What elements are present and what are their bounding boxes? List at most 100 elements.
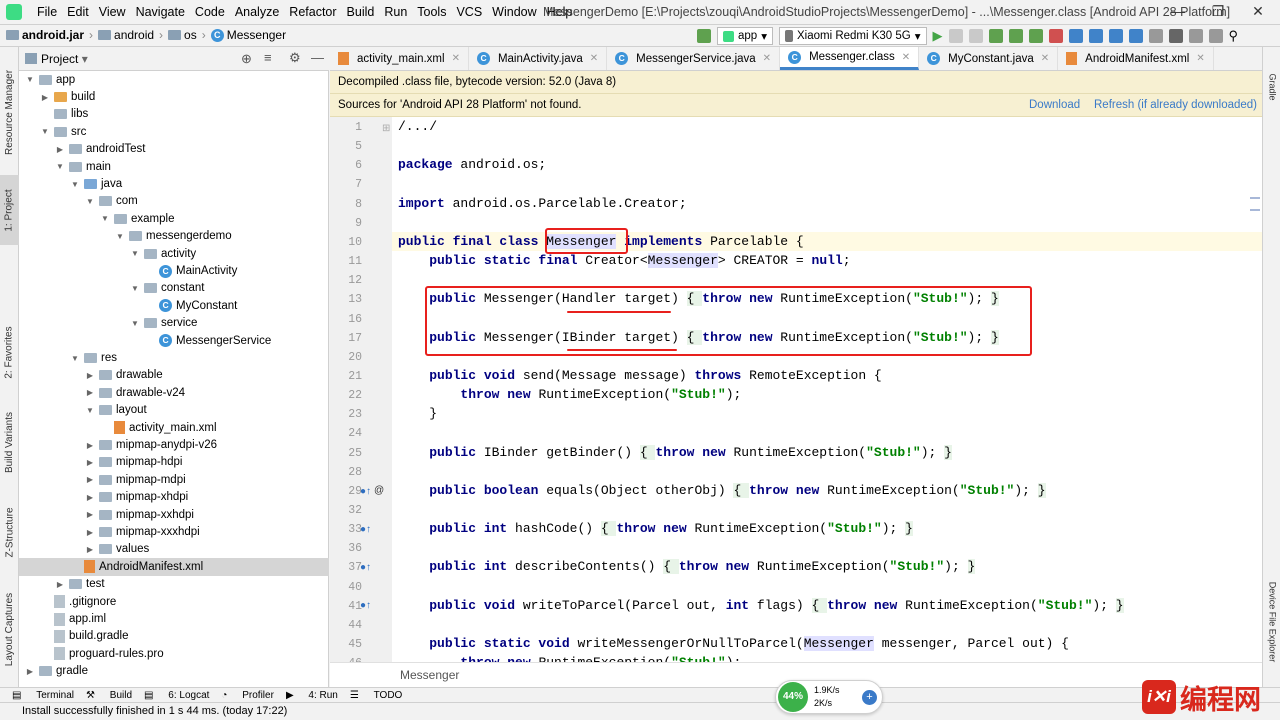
tree-item[interactable]: ▶ drawable-v24 [19,384,329,401]
chevron-right-icon[interactable]: ▶ [85,371,95,380]
terminal-icon[interactable] [1168,29,1183,43]
menu-vcs[interactable]: VCS [451,5,487,19]
apply-code-changes-icon[interactable] [968,29,983,43]
tree-item[interactable]: ▶ build [19,88,329,105]
debug-icon[interactable] [988,29,1003,43]
chevron-right-icon[interactable]: ▶ [85,388,95,397]
project-structure-icon[interactable] [1208,29,1223,43]
status-message[interactable]: Install successfully finished in 1 s 44 … [22,705,287,717]
download-link[interactable]: Download [1029,99,1080,111]
logcat-tab[interactable]: ▤ 6: Logcat [144,690,209,701]
chevron-right-icon[interactable]: ▶ [85,441,95,450]
code-editor[interactable]: 1 5 6 7 8 9 10 11 12 13 16 17 20 21 22 23 24 25 28 29 32 33 36… [330,117,1262,662]
editor-tab[interactable]: AndroidManifest.xml ✕ [1058,47,1214,70]
editor-tab[interactable]: MainActivity.java ✕ [469,47,608,70]
layout-inspector-icon[interactable] [1128,29,1143,43]
profiler-tab[interactable]: ◔ Profiler [221,690,274,701]
tree-item[interactable]: ▼ service [19,315,329,332]
gradle-sync-icon[interactable] [1068,29,1083,43]
menu-build[interactable]: Build [342,5,380,19]
tree-item[interactable]: ▼ layout [19,402,329,419]
tree-item[interactable]: ▶ mipmap-xxxhdpi [19,523,329,540]
chevron-down-icon[interactable]: ▼ [70,180,80,189]
tree-item[interactable]: MyConstant [19,297,329,314]
override-icon[interactable]: ●↑ [360,600,371,611]
tree-item[interactable]: ▶ mipmap-hdpi [19,454,329,471]
chevron-right-icon[interactable]: ▶ [85,458,95,467]
network-monitor-widget[interactable]: 44% 1.9K/s 2K/s + [775,680,883,714]
breadcrumb-android[interactable]: android [98,28,154,42]
menu-view[interactable]: View [94,5,131,19]
run-icon[interactable]: ▶ [933,28,943,44]
chevron-down-icon[interactable]: ▼ [55,162,65,171]
breadcrumb-jar[interactable]: android.jar [6,28,84,42]
menu-refactor[interactable]: Refactor [284,5,341,19]
search-icon[interactable]: ⚲ [1229,28,1239,44]
tab-gradle[interactable]: Gradle [1263,57,1280,117]
override-icon[interactable]: ●↑ [360,524,371,535]
hide-panel-icon[interactable]: — [311,50,324,65]
build-tab[interactable]: ⚒ Build [86,690,132,701]
close-icon[interactable]: ✕ [1248,3,1268,21]
chevron-right-icon[interactable]: ▶ [85,493,95,502]
close-tab-icon[interactable]: ✕ [1196,53,1204,64]
plus-icon[interactable]: + [862,690,877,705]
close-tab-icon[interactable]: ✕ [902,52,910,63]
chevron-right-icon[interactable]: ▶ [55,580,65,589]
collapse-all-icon[interactable]: ≡ [264,50,272,65]
todo-tab[interactable]: ☰ TODO [350,690,402,701]
tree-item[interactable]: ▶ mipmap-xxhdpi [19,506,329,523]
chevron-right-icon[interactable]: ▶ [85,528,95,537]
tree-item[interactable]: ▶ mipmap-mdpi [19,471,329,488]
tree-item[interactable]: ▼ example [19,210,329,227]
breadcrumb-class[interactable]: C Messenger [210,28,286,42]
attach-debugger-icon[interactable] [1028,29,1043,43]
tree-item[interactable]: ▼ com [19,193,329,210]
tree-item[interactable]: ▶ mipmap-xhdpi [19,489,329,506]
tree-item[interactable]: ▶ androidTest [19,141,329,158]
implement-icon[interactable]: ●↑ [360,562,371,573]
breadcrumb-os[interactable]: os [168,28,197,42]
tree-item[interactable]: ▼ activity [19,245,329,262]
tree-item[interactable]: libs [19,106,329,123]
editor-breadcrumb-text[interactable]: Messenger [400,668,459,682]
tree-item[interactable]: ▼ main [19,158,329,175]
chevron-right-icon[interactable]: ▶ [25,667,35,676]
editor-tab[interactable]: Messenger.class ✕ [780,47,920,70]
minimize-icon[interactable]: — [1168,3,1188,21]
chevron-right-icon[interactable]: ▶ [40,93,50,102]
menu-code[interactable]: Code [190,5,230,19]
stop-icon[interactable] [1048,29,1063,43]
tree-item[interactable]: ▶ gradle [19,663,329,680]
tree-item[interactable]: ▼ src [19,123,329,140]
override-icon[interactable]: ●↑ [360,486,371,497]
chevron-down-icon[interactable]: ▼ [130,319,140,328]
chevron-down-icon[interactable]: ▼ [85,197,95,206]
tree-item[interactable]: ▶ test [19,576,329,593]
close-tab-icon[interactable]: ✕ [452,53,460,64]
chevron-down-icon[interactable]: ▼ [40,127,50,136]
settings-gear-icon[interactable]: ⚙ [289,50,301,66]
run-tab[interactable]: ▶ 4: Run [286,690,338,701]
refresh-link[interactable]: Refresh (if already downloaded) [1094,99,1257,111]
chevron-right-icon[interactable]: ▶ [85,475,95,484]
tab-structure[interactable]: Z-Structure [0,497,19,567]
editor-tab[interactable]: MyConstant.java ✕ [919,47,1059,70]
run-config-select[interactable]: app ▾ [717,27,773,45]
tab-layout-captures[interactable]: Layout Captures [0,582,19,677]
chevron-down-icon[interactable]: ▼ [25,75,35,84]
tab-resource-manager[interactable]: Resource Manager [0,57,19,167]
tree-item[interactable]: ▼ constant [19,280,329,297]
tree-item[interactable]: build.gradle [19,628,329,645]
tree-item[interactable]: MainActivity [19,262,329,279]
chevron-right-icon[interactable]: ▶ [85,545,95,554]
tree-item[interactable]: activity_main.xml [19,419,329,436]
wrench-icon[interactable] [1148,29,1163,43]
menu-window[interactable]: Window [487,5,541,19]
avd-manager-icon[interactable] [1088,29,1103,43]
restore-icon[interactable]: ❐ [1208,3,1228,21]
editor-tab[interactable]: MessengerService.java ✕ [607,47,781,70]
chevron-down-icon[interactable]: ▼ [85,406,95,415]
chevron-right-icon[interactable]: ▶ [85,510,95,519]
tree-item[interactable]: ▼ java [19,175,329,192]
